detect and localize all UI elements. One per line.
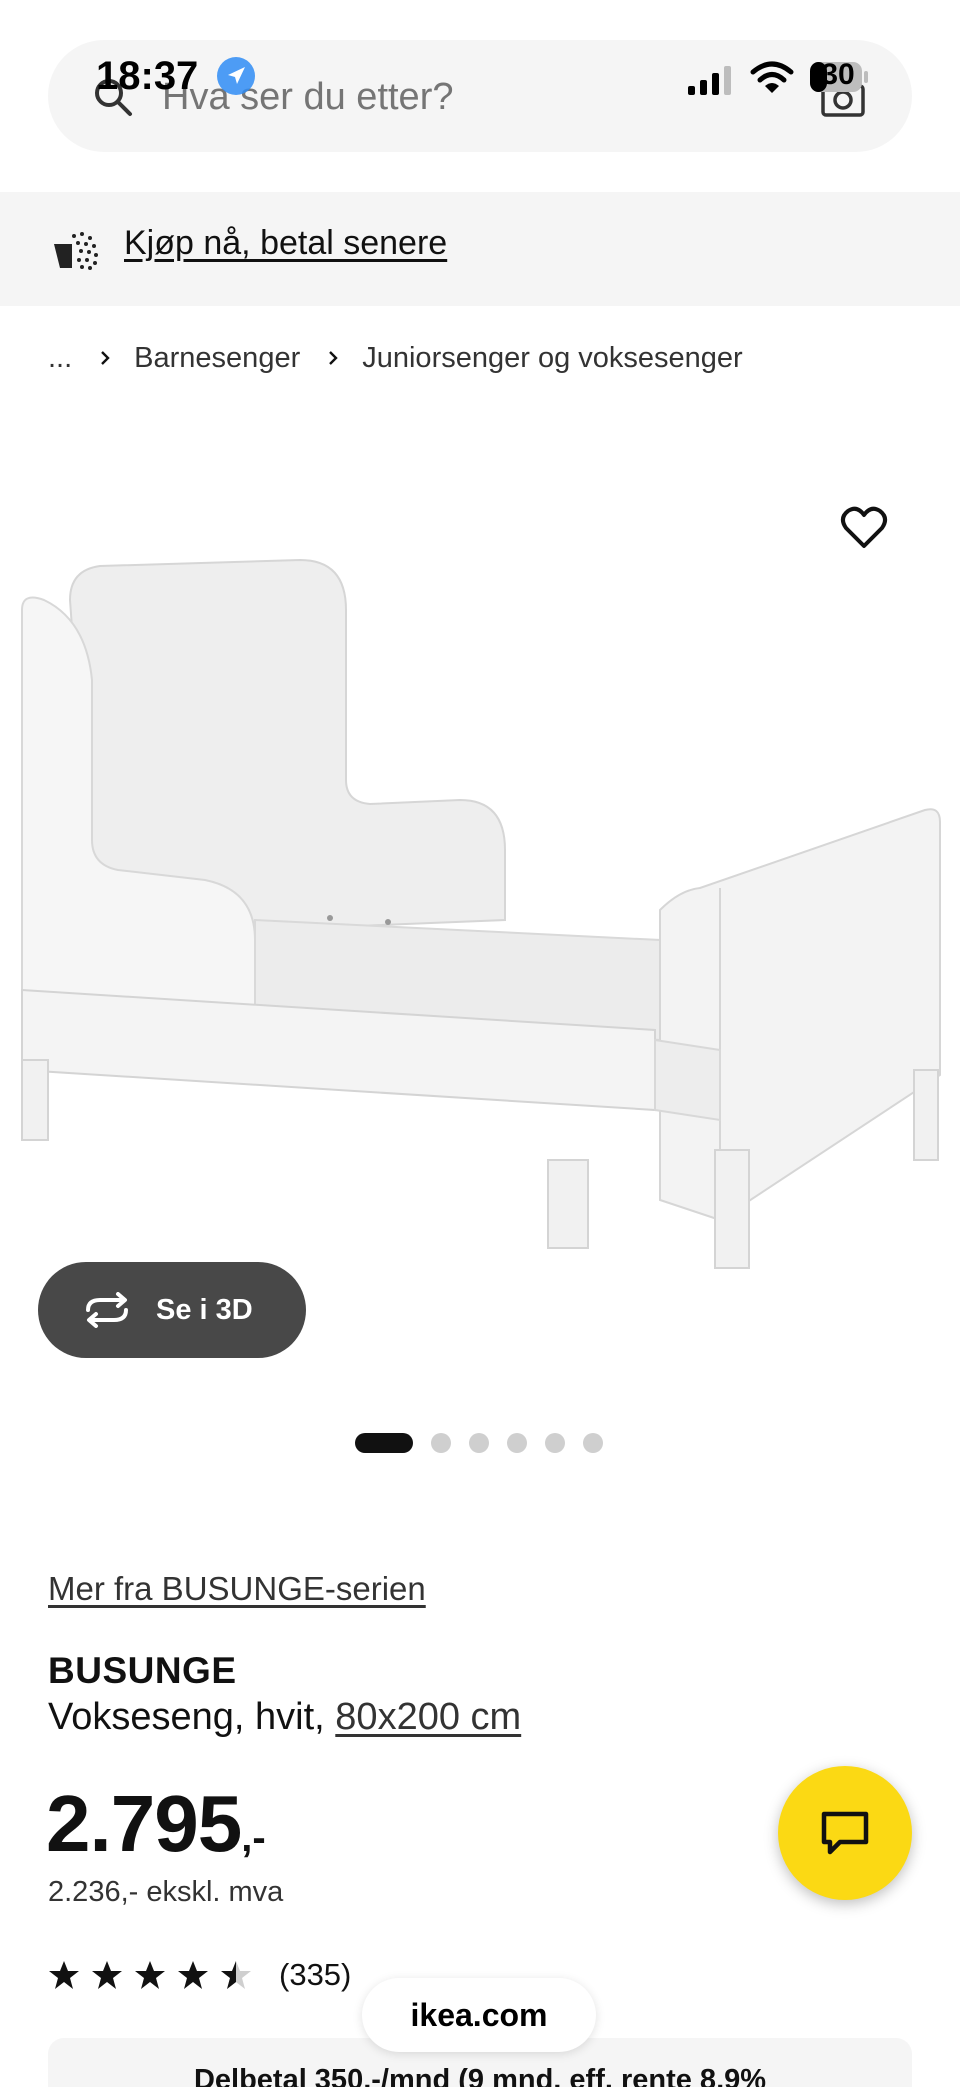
breadcrumb-item-barnesenger[interactable]: Barnesenger [134,342,300,375]
gallery-dot[interactable] [469,1433,489,1453]
heart-icon[interactable] [840,506,888,550]
battery-level: 30 [821,58,855,91]
browser-url: ikea.com [410,1996,548,2033]
product-name: BUSUNGE [48,1650,237,1691]
signal-icon [688,66,731,95]
breadcrumb-ellipsis[interactable]: ... [48,342,72,375]
status-time: 18:37 [96,54,199,98]
gallery-dot[interactable] [507,1433,527,1453]
product-type: Vokseseng, hvit, [48,1696,325,1738]
gallery-dot[interactable] [431,1433,451,1453]
star-icon [92,1961,122,1989]
pay-later-link[interactable]: Kjøp nå, betal senere [124,224,447,263]
location-icon [217,57,255,95]
browser-url-bar[interactable]: ikea.com [362,1978,596,2052]
wifi-icon [750,61,794,93]
star-half-icon [221,1961,251,1989]
breadcrumb-item-juniorsenger[interactable]: Juniorsenger og voksesenger [362,342,742,375]
rotate-3d-icon [86,1292,128,1328]
size-link[interactable]: 80x200 cm [335,1696,521,1738]
series-link[interactable]: Mer fra BUSUNGE-serien [48,1570,426,1608]
see-in-3d-button[interactable]: Se i 3D [38,1262,306,1358]
review-count: (335) [279,1957,352,1992]
see-in-3d-label: Se i 3D [156,1293,253,1326]
price-amount: 2.795 [46,1779,242,1868]
star-icon [135,1961,165,1989]
price-excl-vat: 2.236,- ekskl. mva [48,1876,284,1908]
star-icon [49,1961,79,1989]
chevron-right-icon [98,351,112,365]
product-price: 2.795,- [46,1778,266,1870]
gallery-dot[interactable] [545,1433,565,1453]
breadcrumb: ... Barnesenger Juniorsenger og voksesen… [48,338,743,378]
chat-button[interactable] [778,1766,912,1900]
chat-icon [821,1811,869,1855]
gallery-dot[interactable] [583,1433,603,1453]
star-icon [178,1961,208,1989]
product-image[interactable] [0,460,960,1280]
gallery-pagination [355,1432,621,1454]
gallery-dot[interactable] [355,1433,413,1453]
product-description: Vokseseng, hvit, 80x200 cm [48,1696,521,1739]
price-suffix: ,- [241,1816,266,1860]
installment-text: Delbetal 350,-/mnd (9 mnd, eff. rente 8,… [193,2064,767,2087]
product-rating[interactable]: (335) [48,1952,351,1998]
basket-icon [54,232,98,270]
chevron-right-icon [326,351,340,365]
